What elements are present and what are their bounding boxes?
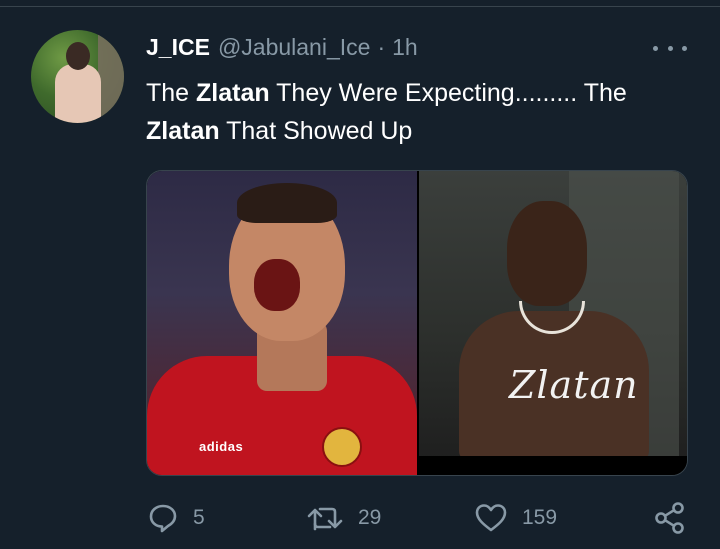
share-icon: [653, 501, 687, 535]
media-image-left[interactable]: adidas: [147, 171, 417, 475]
tweet-actions: 5 29 159: [0, 498, 720, 538]
club-crest: [322, 427, 362, 467]
more-dot: [653, 45, 658, 51]
heart-icon: [474, 502, 508, 534]
more-dot: [667, 45, 673, 51]
more-options-icon[interactable]: [653, 38, 687, 58]
hair: [237, 183, 337, 223]
display-name[interactable]: J_ICE: [146, 34, 210, 61]
retweet-icon: [306, 502, 344, 534]
avatar-person-body: [55, 64, 101, 123]
avatar-person-head: [66, 42, 90, 70]
timestamp[interactable]: 1h: [392, 34, 418, 61]
like-button[interactable]: 159: [474, 498, 557, 538]
head: [507, 201, 587, 306]
reply-count: 5: [193, 506, 205, 529]
open-mouth: [254, 259, 300, 311]
share-button[interactable]: [653, 498, 687, 538]
tweet-header: J_ICE @Jabulani_Ice · 1h: [146, 34, 418, 61]
tweet-media[interactable]: adidas Zlatan: [146, 170, 688, 476]
header-separator: ·: [377, 34, 386, 60]
tweet-text-bold: Zlatan: [196, 79, 270, 107]
tweet-text-bold: Zlatan: [146, 117, 220, 145]
more-dot: [682, 45, 687, 51]
reply-button[interactable]: 5: [147, 498, 205, 538]
tweet-text-part: The: [146, 79, 197, 107]
tweet-text-part: They Were Expecting......... The: [269, 79, 627, 107]
like-count: 159: [522, 506, 558, 529]
media-image-right[interactable]: Zlatan: [419, 171, 687, 475]
retweet-button[interactable]: 29: [306, 498, 381, 538]
retweet-count: 29: [358, 506, 382, 529]
tweet-text: The Zlatan They Were Expecting......... …: [146, 74, 686, 150]
chest-text: Zlatan: [509, 363, 639, 407]
brand-logo-text: adidas: [199, 439, 244, 454]
avatar-background-wall: [98, 30, 124, 123]
top-divider: [0, 6, 720, 7]
image-bottom-bar: [419, 456, 687, 475]
reply-icon: [147, 502, 179, 534]
tweet-text-part: That Showed Up: [219, 117, 413, 145]
avatar[interactable]: [31, 30, 124, 123]
user-handle[interactable]: @Jabulani_Ice: [218, 34, 371, 61]
